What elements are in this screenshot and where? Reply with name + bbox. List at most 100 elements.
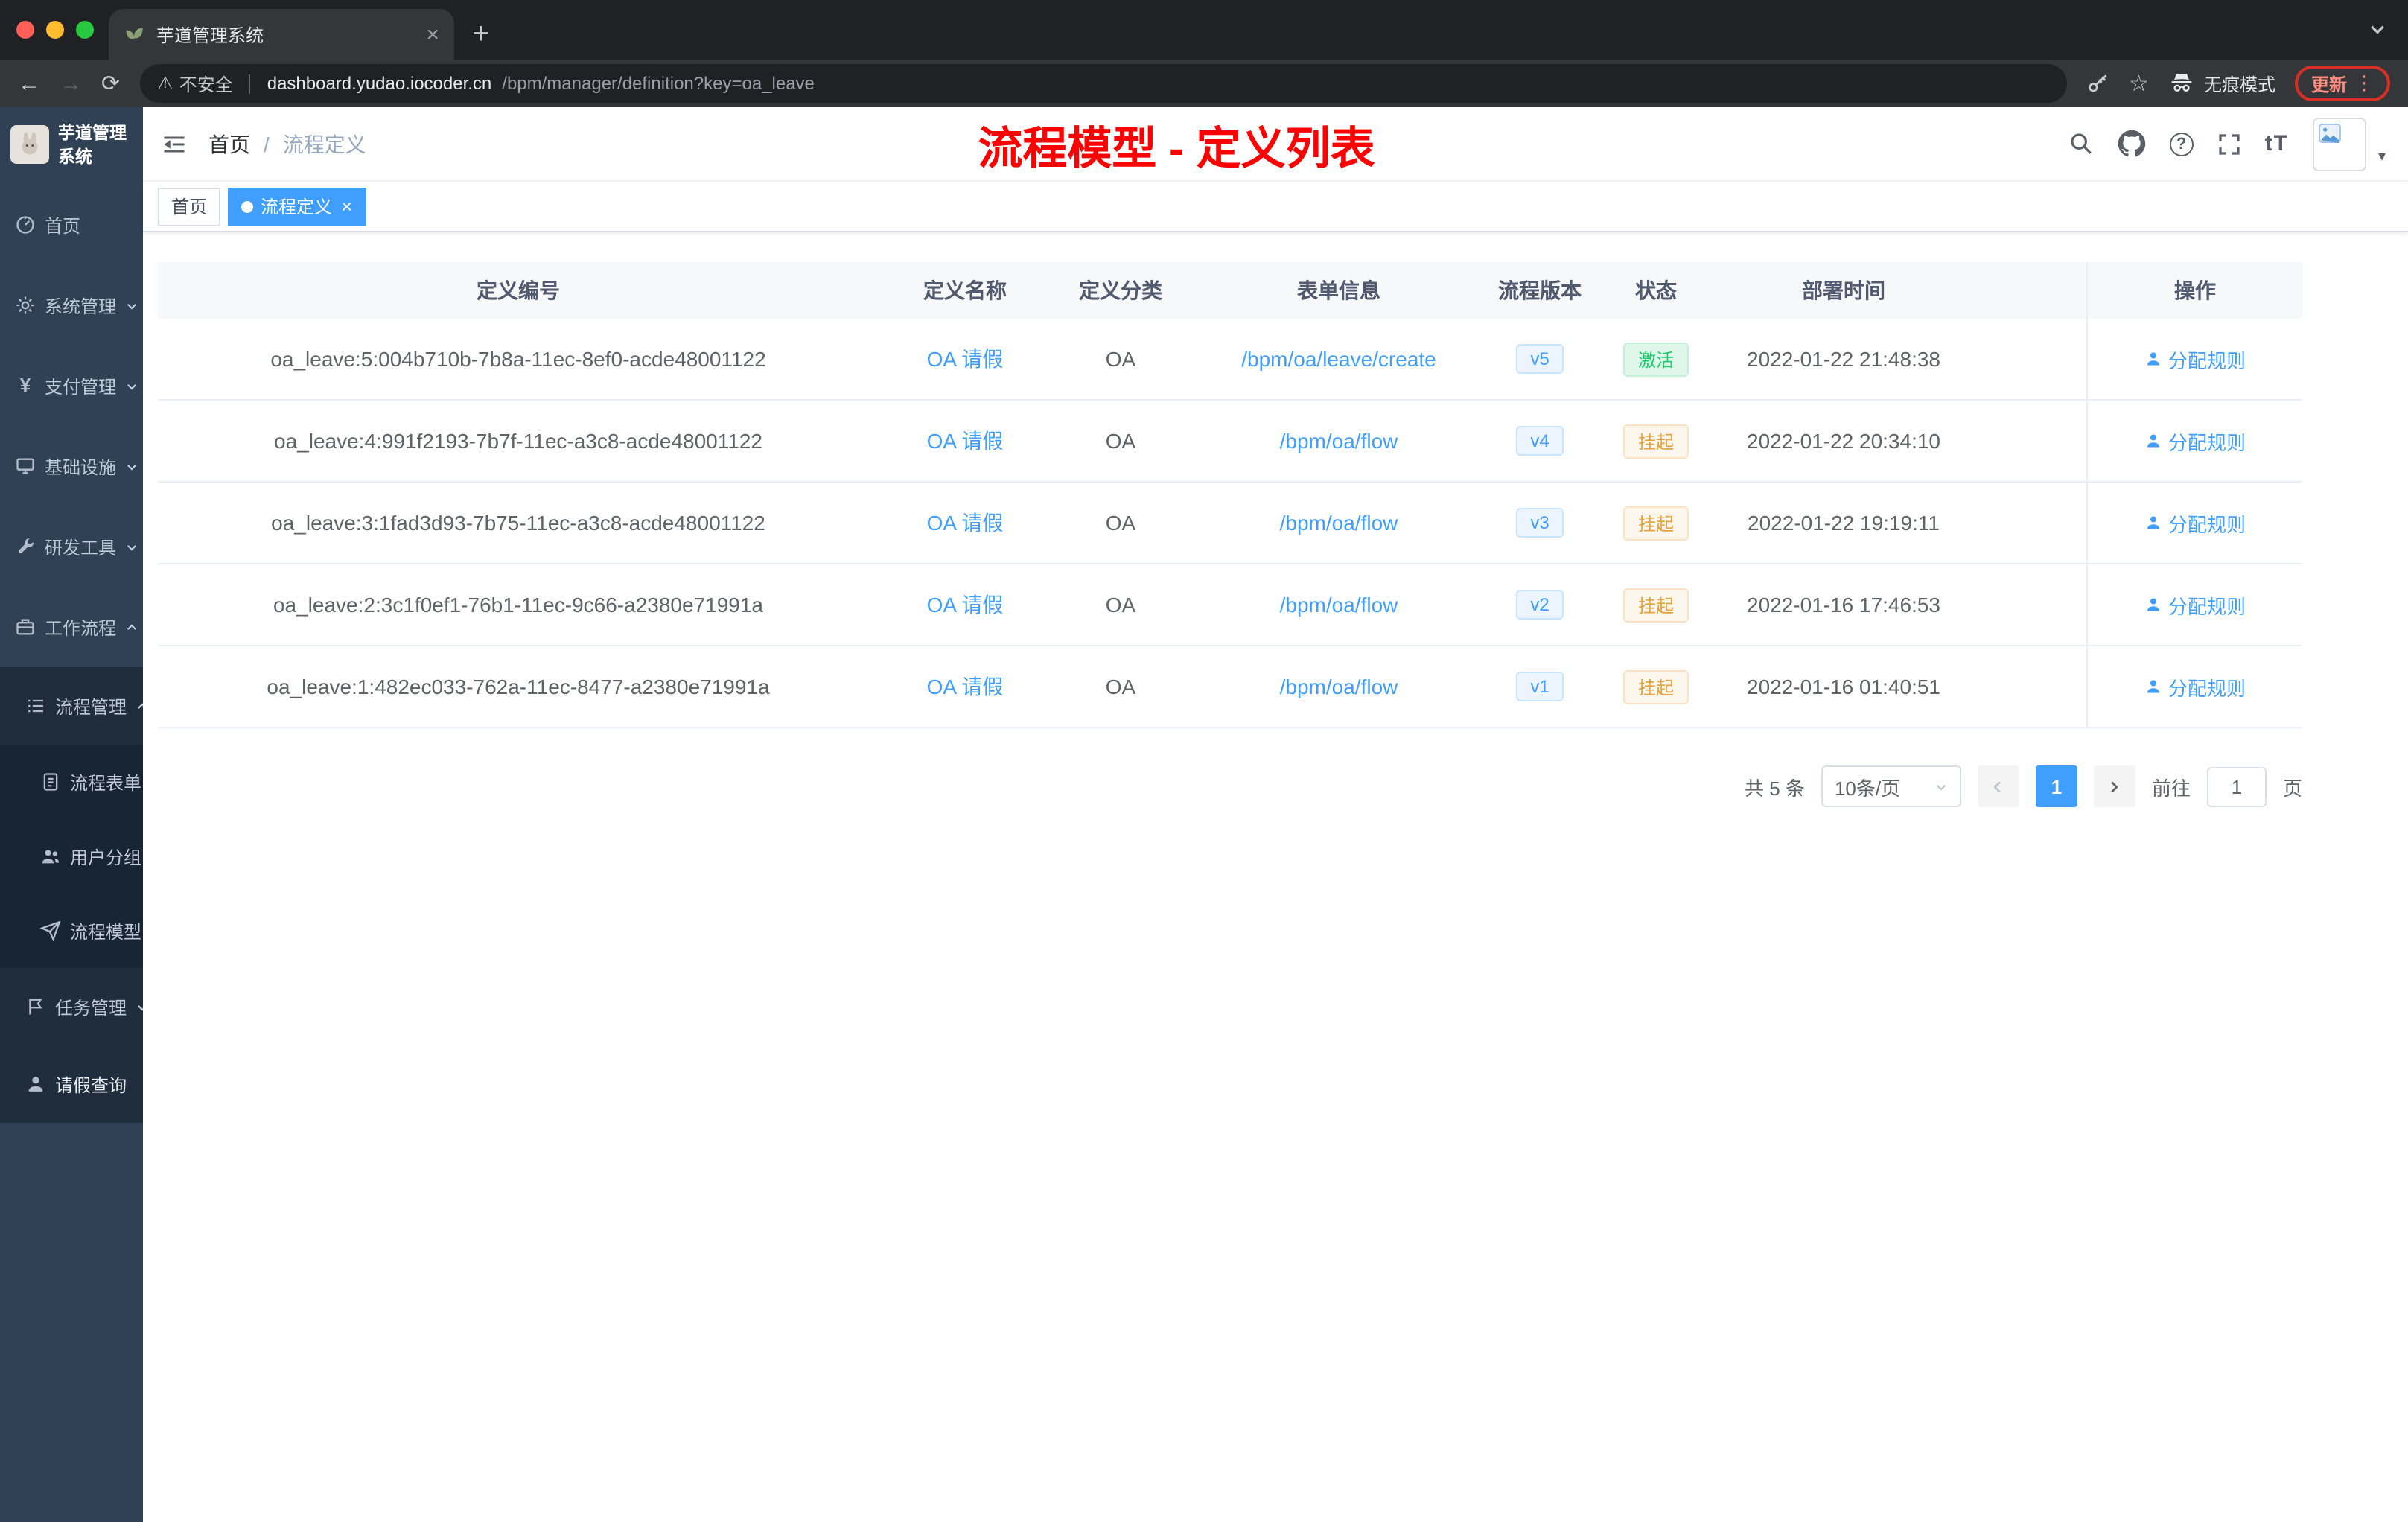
breadcrumb-current: 流程定义	[282, 132, 366, 156]
definition-id: oa_leave:2:3c1f0ef1-76b1-11ec-9c66-a2380…	[273, 593, 763, 617]
avatar[interactable]	[2312, 117, 2366, 171]
tag-home[interactable]: 首页	[158, 187, 221, 226]
definition-name-link[interactable]: OA 请假	[927, 347, 1004, 371]
breadcrumb-separator: /	[264, 132, 270, 156]
sidebar: 芋道管理系统 首页 系统管理 ¥ 支付管理 基础设施 研发工具 工作流程 流程管…	[0, 107, 143, 1522]
form-info-link[interactable]: /bpm/oa/flow	[1280, 593, 1398, 617]
browser-menu-icon[interactable]: ⋮	[2354, 71, 2374, 95]
browser-tabstrip: 芋道管理系统 × +	[0, 0, 2408, 60]
sidebar-item-process-model[interactable]: 流程模型	[0, 894, 143, 968]
sidebar-item-payment-management[interactable]: ¥ 支付管理	[0, 346, 143, 426]
definition-id: oa_leave:5:004b710b-7b8a-11ec-8ef0-acde4…	[270, 347, 766, 371]
table-row: oa_leave:3:1fad3d93-7b75-11ec-a3c8-acde4…	[158, 483, 2302, 564]
browser-toolbar: ← → ⟳ ⚠ 不安全 dashboard.yudao.iocoder.cn/b…	[0, 60, 2408, 107]
page-number-active[interactable]: 1	[2035, 765, 2077, 807]
sidebar-item-leave-query[interactable]: 请假查询	[0, 1045, 143, 1123]
font-size-icon[interactable]: tT	[2265, 131, 2289, 156]
sidebar-item-process-form[interactable]: 流程表单	[0, 745, 143, 819]
form-info-link[interactable]: /bpm/oa/flow	[1280, 429, 1398, 453]
form-info-link[interactable]: /bpm/oa/flow	[1280, 511, 1398, 535]
chrome-update-button[interactable]: 更新 ⋮	[2294, 66, 2390, 101]
assign-rule-link[interactable]: 分配规则	[2144, 509, 2246, 537]
warning-triangle-icon: ⚠	[157, 73, 173, 94]
definition-category: OA	[1105, 675, 1136, 698]
search-icon[interactable]	[2068, 131, 2094, 156]
assign-rule-link[interactable]: 分配规则	[2144, 345, 2246, 373]
breadcrumb-home[interactable]: 首页	[208, 129, 250, 159]
sidebar-item-infrastructure[interactable]: 基础设施	[0, 426, 143, 506]
goto-page-input[interactable]	[2206, 766, 2267, 806]
sidebar-item-process-management[interactable]: 流程管理	[0, 667, 143, 745]
github-icon[interactable]	[2118, 130, 2146, 158]
window-close-button[interactable]	[16, 21, 34, 39]
sidebar-item-label: 支付管理	[45, 376, 117, 397]
assign-rule-link[interactable]: 分配规则	[2144, 672, 2246, 701]
definition-name-link[interactable]: OA 请假	[927, 675, 1004, 698]
address-bar[interactable]: ⚠ 不安全 dashboard.yudao.iocoder.cn/bpm/man…	[139, 64, 2067, 103]
key-icon[interactable]	[2086, 71, 2109, 95]
table-row: oa_leave:2:3c1f0ef1-76b1-11ec-9c66-a2380…	[158, 564, 2302, 646]
forward-icon[interactable]: →	[60, 72, 82, 95]
reload-icon[interactable]: ⟳	[101, 72, 120, 95]
tab-search-chevron-icon[interactable]	[2368, 19, 2387, 39]
definition-name-link[interactable]: OA 请假	[927, 429, 1004, 453]
tab-close-icon[interactable]: ×	[426, 23, 439, 45]
update-label: 更新	[2310, 74, 2347, 95]
status-badge: 挂起	[1622, 588, 1689, 622]
app-logo[interactable]: 芋道管理系统	[0, 107, 143, 182]
sidebar-fold-icon[interactable]	[161, 130, 188, 157]
broken-image-icon	[2319, 123, 2341, 142]
avatar-caret-down-icon[interactable]: ▾	[2378, 148, 2386, 171]
sidebar-menu: 首页 系统管理 ¥ 支付管理 基础设施 研发工具 工作流程 流程管理 流程表单 …	[0, 182, 143, 1522]
sidebar-item-system-management[interactable]: 系统管理	[0, 265, 143, 346]
definition-name-link[interactable]: OA 请假	[927, 593, 1004, 617]
sidebar-item-label: 任务管理	[55, 997, 127, 1018]
fullscreen-icon[interactable]	[2217, 132, 2241, 156]
bookmark-star-icon[interactable]: ☆	[2129, 70, 2149, 97]
page-annotation: 流程模型 - 定义列表	[978, 124, 1375, 173]
user-icon	[28, 1077, 43, 1092]
page-size-value: 10条/页	[1834, 777, 1901, 799]
logo-avatar	[10, 125, 49, 164]
tag-process-definition[interactable]: 流程定义 ×	[228, 187, 366, 226]
browser-tab[interactable]: 芋道管理系统 ×	[109, 9, 454, 60]
column-header: 定义编号	[477, 278, 560, 302]
chevron-down-icon	[127, 463, 137, 470]
list-icon	[28, 699, 43, 713]
site-favicon-leaf-icon	[126, 28, 143, 43]
status-badge: 挂起	[1622, 506, 1689, 540]
page-size-select[interactable]: 10条/页	[1821, 765, 1961, 807]
user-icon	[2147, 434, 2159, 448]
definition-table: 定义编号 定义名称 定义分类 表单信息 流程版本 状态 部署时间 操作 oa_l…	[158, 262, 2302, 728]
sidebar-item-task-management[interactable]: 任务管理	[0, 968, 143, 1045]
tag-close-icon[interactable]: ×	[341, 197, 352, 216]
assign-rule-link[interactable]: 分配规则	[2144, 427, 2246, 455]
prev-page-button[interactable]	[1977, 765, 2019, 807]
form-info-link[interactable]: /bpm/oa/flow	[1280, 675, 1398, 698]
window-zoom-button[interactable]	[76, 21, 94, 39]
security-warning[interactable]: ⚠ 不安全	[157, 71, 233, 96]
new-tab-button[interactable]: +	[472, 19, 489, 49]
definition-name-link[interactable]: OA 请假	[927, 511, 1004, 535]
url-host: dashboard.yudao.iocoder.cn	[267, 73, 492, 94]
flag-icon	[29, 999, 42, 1015]
sidebar-item-label: 流程模型	[70, 921, 142, 942]
sidebar-item-workflow[interactable]: 工作流程	[0, 587, 143, 667]
table-row: oa_leave:5:004b710b-7b8a-11ec-8ef0-acde4…	[158, 319, 2302, 401]
back-icon[interactable]: ←	[18, 72, 40, 95]
next-page-button[interactable]	[2093, 765, 2135, 807]
page-unit-label: 页	[2282, 777, 2302, 799]
sidebar-item-home[interactable]: 首页	[0, 185, 143, 265]
status-badge: 挂起	[1622, 669, 1689, 704]
window-minimize-button[interactable]	[46, 21, 64, 39]
sidebar-item-dev-tools[interactable]: 研发工具	[0, 506, 143, 587]
yen-icon: ¥	[19, 374, 31, 396]
assign-rule-link[interactable]: 分配规则	[2144, 590, 2246, 619]
form-info-link[interactable]: /bpm/oa/leave/create	[1241, 347, 1436, 371]
help-icon[interactable]: ?	[2169, 132, 2194, 156]
sidebar-item-user-group[interactable]: 用户分组	[0, 819, 143, 894]
sidebar-item-label: 流程表单	[70, 772, 142, 793]
app-header: 首页 / 流程定义 流程模型 - 定义列表 ? tT ▾	[143, 107, 2408, 182]
chevron-down-icon	[1936, 783, 1946, 790]
deploy-time: 2022-01-22 19:19:11	[1748, 511, 1940, 535]
